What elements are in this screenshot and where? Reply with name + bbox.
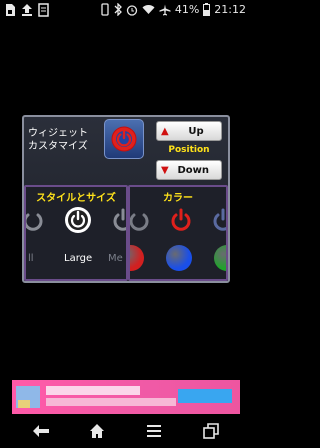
menu-icon	[147, 425, 161, 437]
style-option-selected[interactable]	[63, 205, 93, 235]
power-outline-icon	[130, 213, 149, 231]
ad-text-line	[46, 398, 176, 406]
navigation-bar	[0, 414, 252, 448]
alarm-icon	[126, 4, 138, 16]
vibrate-icon	[100, 3, 110, 16]
sim-card-icon	[4, 3, 16, 17]
power-outline-icon	[26, 213, 43, 231]
airplane-icon	[159, 4, 171, 16]
arrow-up-icon: ▲	[161, 125, 169, 137]
power-icon	[65, 207, 91, 233]
battery-icon	[203, 3, 211, 16]
ad-cta-button[interactable]	[178, 389, 232, 403]
position-label: Position	[168, 145, 210, 155]
widget-top-section: ウィジェット カスタマイズ ▲ Up Position ▼ Down	[24, 117, 228, 180]
color-option-selected[interactable]	[166, 205, 196, 235]
size-selector[interactable]: ll Large Me	[26, 253, 126, 273]
size-option-next[interactable]: Me	[108, 253, 123, 264]
color-swatch-row[interactable]	[130, 245, 226, 275]
home-icon	[90, 424, 104, 438]
upload-icon	[21, 3, 33, 17]
recents-icon	[203, 423, 219, 439]
power-outline-icon	[213, 208, 226, 231]
color-section: カラー	[128, 185, 228, 281]
ad-text-line	[46, 386, 140, 395]
color-icon-carousel[interactable]	[130, 205, 226, 241]
style-option-previous[interactable]	[26, 205, 48, 235]
ad-image-detail	[18, 400, 30, 408]
back-icon	[33, 425, 49, 437]
up-label: Up	[188, 125, 204, 137]
bluetooth-icon	[114, 3, 122, 16]
wifi-icon	[142, 4, 155, 15]
position-down-button[interactable]: ▼ Down	[156, 160, 222, 180]
color-title: カラー	[163, 193, 193, 204]
status-bar-left	[4, 3, 49, 17]
power-outline-icon	[113, 208, 126, 231]
battery-percent: 41%	[174, 3, 200, 16]
size-option-previous[interactable]: ll	[28, 253, 34, 264]
size-option-selected[interactable]: Large	[64, 253, 92, 264]
color-option-previous[interactable]	[130, 205, 154, 235]
status-bar: 41% 21:12	[0, 0, 252, 22]
down-label: Down	[177, 164, 209, 176]
menu-button[interactable]	[141, 418, 167, 444]
status-bar-right: 41% 21:12	[100, 3, 246, 16]
widget-label-line2: カスタマイズ	[28, 141, 88, 152]
power-icon	[111, 126, 137, 152]
widget-customize-panel: ウィジェット カスタマイズ ▲ Up Position ▼ Down スタイルと…	[22, 115, 230, 283]
widget-customize-label: ウィジェット カスタマイズ	[28, 127, 100, 153]
style-option-next[interactable]	[108, 205, 126, 235]
color-option-next[interactable]	[208, 205, 226, 235]
position-up-button[interactable]: ▲ Up	[156, 121, 222, 141]
style-size-title: スタイルとサイズ	[36, 193, 116, 204]
color-swatch-red[interactable]	[130, 245, 144, 271]
style-size-section: スタイルとサイズ ll Large Me	[24, 185, 128, 281]
color-swatch-blue[interactable]	[166, 245, 192, 271]
clock-time: 21:12	[214, 3, 246, 16]
style-icon-carousel[interactable]	[26, 205, 126, 243]
document-icon	[38, 3, 49, 17]
widget-preview-power-button[interactable]	[104, 119, 144, 159]
recents-button[interactable]	[198, 418, 224, 444]
back-button[interactable]	[28, 418, 54, 444]
home-button[interactable]	[84, 418, 110, 444]
ad-banner[interactable]	[12, 380, 240, 414]
power-icon	[171, 208, 191, 231]
arrow-down-icon: ▼	[161, 164, 169, 176]
widget-label-line1: ウィジェット	[28, 128, 88, 139]
color-swatch-green[interactable]	[214, 245, 226, 271]
